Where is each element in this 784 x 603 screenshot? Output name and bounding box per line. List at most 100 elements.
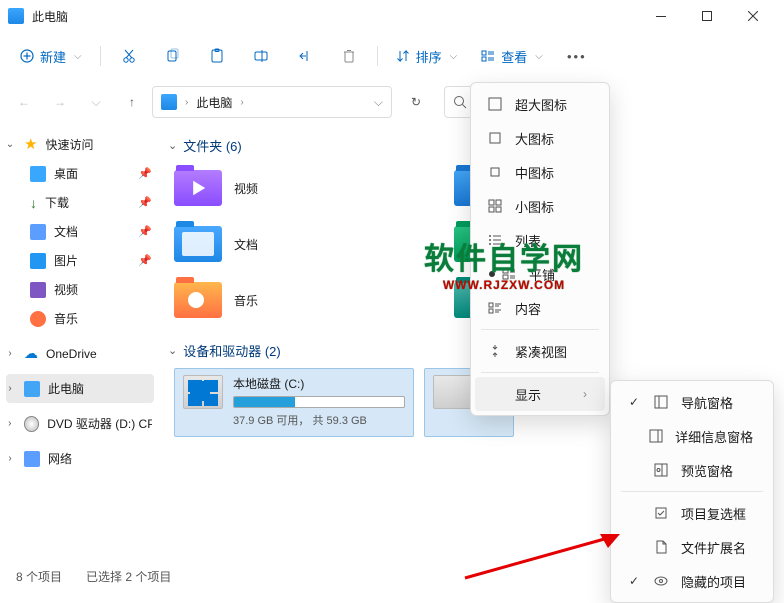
menu-preview-pane[interactable]: ✓预览窗格 — [615, 453, 769, 487]
video-icon — [30, 282, 46, 298]
sidebar-label: 下载 — [45, 194, 69, 211]
sidebar-label: 文档 — [54, 223, 78, 240]
chevron-down-icon: ⌵ — [74, 51, 82, 62]
cut-button[interactable] — [109, 38, 149, 74]
folder-music[interactable]: 音乐 — [174, 277, 414, 323]
status-item-count: 8 个项目 — [16, 568, 62, 585]
sort-button[interactable]: 排序 ⌵ — [386, 38, 468, 74]
checkbox-icon — [653, 505, 669, 521]
sidebar-item-desktop[interactable]: 桌面 📌 — [0, 159, 160, 188]
group-label: 设备和驱动器 (2) — [183, 341, 281, 360]
recent-button[interactable]: ⌵ — [80, 86, 112, 118]
cloud-icon: ☁ — [24, 345, 38, 362]
view-label: 查看 — [501, 47, 527, 66]
pc-icon — [161, 94, 177, 110]
disc-icon — [24, 416, 40, 432]
drive-c[interactable]: 本地磁盘 (C:) 37.9 GB 可用， 共 59.3 GB — [174, 368, 414, 437]
menu-xl-icons[interactable]: 超大图标 — [475, 87, 605, 121]
sidebar-item-downloads[interactable]: ↓ 下载 📌 — [0, 188, 160, 217]
menu-show[interactable]: 显示› — [475, 377, 605, 411]
address-bar[interactable]: › 此电脑 › ⌵ — [152, 86, 392, 118]
pane-icon — [653, 462, 669, 478]
grid-icon — [487, 198, 503, 214]
grid-icon — [487, 164, 503, 180]
menu-hidden-items[interactable]: ✓隐藏的项目 — [615, 564, 769, 598]
pin-icon: 📌 — [138, 167, 152, 180]
copy-button[interactable] — [153, 38, 193, 74]
group-label: 文件夹 (6) — [183, 136, 242, 155]
drive-icon — [433, 375, 473, 409]
minimize-button[interactable] — [638, 0, 684, 32]
folder-documents[interactable]: 文档 — [174, 221, 414, 267]
more-button[interactable]: ••• — [557, 38, 597, 74]
sidebar-item-onedrive[interactable]: › ☁ OneDrive — [0, 339, 160, 368]
document-icon — [30, 224, 46, 240]
folder-label: 文档 — [234, 236, 258, 253]
sidebar-item-quick-access[interactable]: ⌄ ★ 快速访问 — [0, 130, 160, 159]
drive-free-text: 37.9 GB 可用， 共 59.3 GB — [233, 412, 405, 428]
folder-icon — [174, 282, 222, 318]
sidebar-label: 桌面 — [54, 165, 78, 182]
sidebar-label: 图片 — [54, 252, 78, 269]
menu-tiles[interactable]: 平铺 — [475, 257, 605, 291]
back-button[interactable]: ← — [8, 86, 40, 118]
expand-icon[interactable]: › — [4, 418, 16, 429]
expand-icon[interactable]: ⌄ — [4, 139, 16, 150]
sidebar-item-videos[interactable]: 视频 — [0, 275, 160, 304]
pane-icon — [649, 428, 663, 444]
up-button[interactable]: ↑ — [116, 86, 148, 118]
menu-lg-icons[interactable]: 大图标 — [475, 121, 605, 155]
chevron-right-icon: › — [583, 387, 587, 401]
menu-nav-pane[interactable]: ✓导航窗格 — [615, 385, 769, 419]
chevron-right-icon: › — [185, 97, 188, 108]
sidebar-label: 音乐 — [54, 310, 78, 327]
pin-icon: 📌 — [138, 225, 152, 238]
sidebar-item-network[interactable]: › 网络 — [0, 444, 160, 473]
titlebar: 此电脑 — [0, 0, 784, 32]
menu-sm-icons[interactable]: 小图标 — [475, 189, 605, 223]
expand-icon[interactable]: › — [4, 348, 16, 359]
view-button[interactable]: 查看 ⌵ — [471, 38, 553, 74]
drive-name: 本地磁盘 (C:) — [233, 375, 405, 392]
menu-list[interactable]: 列表 — [475, 223, 605, 257]
music-icon — [30, 311, 46, 327]
delete-button[interactable] — [329, 38, 369, 74]
menu-file-extensions[interactable]: ✓文件扩展名 — [615, 530, 769, 564]
menu-content[interactable]: 内容 — [475, 291, 605, 325]
sidebar: ⌄ ★ 快速访问 桌面 📌 ↓ 下载 📌 文档 📌 图片 📌 视频 — [0, 124, 160, 562]
close-button[interactable] — [730, 0, 776, 32]
window-controls — [638, 0, 776, 32]
check-icon: ✓ — [627, 395, 641, 409]
sidebar-item-pictures[interactable]: 图片 📌 — [0, 246, 160, 275]
navbar: ← → ⌵ ↑ › 此电脑 › ⌵ ↻ — [0, 80, 784, 124]
new-button[interactable]: 新建 ⌵ — [10, 38, 92, 74]
expand-icon[interactable]: › — [4, 383, 16, 394]
menu-md-icons[interactable]: 中图标 — [475, 155, 605, 189]
grid-icon — [487, 96, 503, 112]
sidebar-item-music[interactable]: 音乐 — [0, 304, 160, 333]
sidebar-label: DVD 驱动器 (D:) CP — [47, 415, 152, 432]
chevron-down-icon: ⌵ — [535, 51, 543, 62]
refresh-button[interactable]: ↻ — [400, 86, 432, 118]
menu-details-pane[interactable]: ✓详细信息窗格 — [615, 419, 769, 453]
share-button[interactable] — [285, 38, 325, 74]
pc-icon — [24, 381, 40, 397]
sidebar-label: 快速访问 — [45, 136, 93, 153]
menu-compact[interactable]: 紧凑视图 — [475, 334, 605, 368]
maximize-button[interactable] — [684, 0, 730, 32]
sidebar-item-dvd[interactable]: › DVD 驱动器 (D:) CP — [0, 409, 160, 438]
paste-button[interactable] — [197, 38, 237, 74]
expand-icon[interactable]: › — [4, 453, 16, 464]
view-menu: 超大图标 大图标 中图标 小图标 列表 平铺 内容 紧凑视图 显示› — [470, 82, 610, 416]
app-icon — [8, 8, 24, 24]
download-icon: ↓ — [30, 195, 37, 211]
sidebar-item-thispc[interactable]: › 此电脑 — [6, 374, 154, 403]
radio-selected-icon — [489, 271, 495, 277]
folder-videos[interactable]: 视频 — [174, 165, 414, 211]
menu-item-checkboxes[interactable]: ✓项目复选框 — [615, 496, 769, 530]
sidebar-item-documents[interactable]: 文档 📌 — [0, 217, 160, 246]
breadcrumb[interactable]: 此电脑 — [196, 94, 232, 111]
rename-button[interactable] — [241, 38, 281, 74]
forward-button[interactable]: → — [44, 86, 76, 118]
chevron-down-icon[interactable]: ⌵ — [374, 95, 383, 110]
